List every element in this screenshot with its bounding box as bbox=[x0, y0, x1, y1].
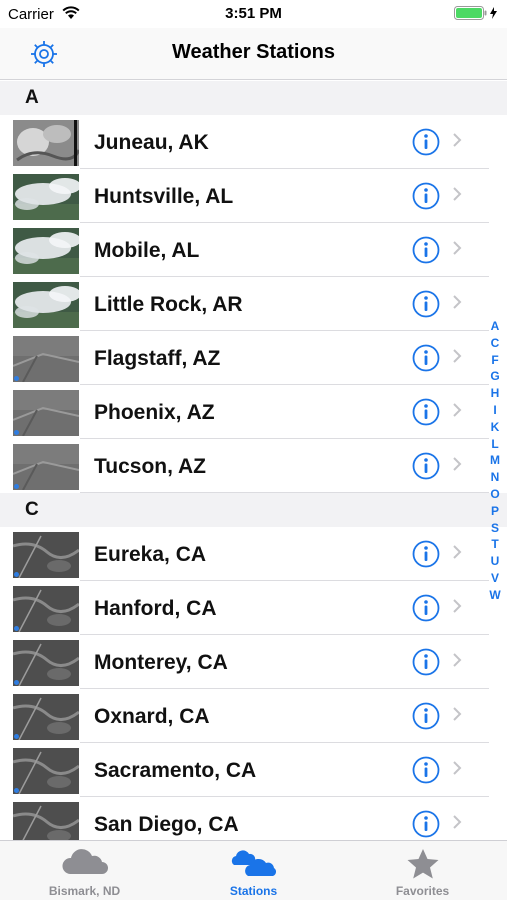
station-thumbnail bbox=[13, 748, 79, 794]
info-icon[interactable] bbox=[411, 593, 441, 628]
info-icon[interactable] bbox=[411, 451, 441, 486]
station-thumbnail bbox=[13, 694, 79, 740]
page-title: Weather Stations bbox=[172, 41, 335, 63]
station-row[interactable]: Sacramento, CA bbox=[0, 743, 507, 797]
index-letter[interactable]: I bbox=[487, 402, 503, 419]
tab-label: Stations bbox=[229, 884, 278, 898]
info-icon[interactable] bbox=[411, 539, 441, 574]
chevron-right-icon bbox=[452, 186, 462, 207]
index-letter[interactable]: K bbox=[487, 419, 503, 436]
station-row[interactable]: Huntsville, AL bbox=[0, 169, 507, 223]
index-letter[interactable]: L bbox=[487, 436, 503, 453]
section-index[interactable]: ACFGHIKLMNOPSTUVW bbox=[487, 318, 503, 604]
tab-stations[interactable]: Stations bbox=[169, 841, 338, 900]
chevron-right-icon bbox=[452, 760, 462, 781]
index-letter[interactable]: V bbox=[487, 570, 503, 587]
tab-bismark-nd[interactable]: Bismark, ND bbox=[0, 841, 169, 900]
chevron-right-icon bbox=[452, 814, 462, 835]
station-row[interactable]: Monterey, CA bbox=[0, 635, 507, 689]
station-name: Eureka, CA bbox=[94, 543, 207, 566]
stations-list[interactable]: A Juneau, AK Huntsville, AL Mobile, AL Littl… bbox=[0, 81, 507, 840]
station-thumbnail bbox=[13, 336, 79, 382]
tab-bar: Bismark, ND Stations Favorites bbox=[0, 840, 507, 900]
chevron-right-icon bbox=[452, 294, 462, 315]
status-time: 3:51 PM bbox=[225, 5, 282, 22]
chevron-right-icon bbox=[452, 544, 462, 565]
index-letter[interactable]: G bbox=[487, 368, 503, 385]
info-icon[interactable] bbox=[411, 343, 441, 378]
index-letter[interactable]: W bbox=[487, 587, 503, 604]
station-thumbnail bbox=[13, 640, 79, 686]
index-letter[interactable]: H bbox=[487, 385, 503, 402]
station-thumbnail bbox=[13, 802, 79, 840]
tab-label: Bismark, ND bbox=[48, 884, 121, 898]
station-thumbnail bbox=[13, 390, 79, 436]
station-thumbnail bbox=[13, 174, 79, 220]
index-letter[interactable]: A bbox=[487, 318, 503, 335]
info-icon[interactable] bbox=[411, 701, 441, 736]
station-row[interactable]: Juneau, AK bbox=[0, 115, 507, 169]
tab-favorites[interactable]: Favorites bbox=[338, 841, 507, 900]
station-row[interactable]: Tucson, AZ bbox=[0, 439, 507, 493]
chevron-right-icon bbox=[452, 456, 462, 477]
index-letter[interactable]: O bbox=[487, 486, 503, 503]
info-icon[interactable] bbox=[411, 397, 441, 432]
station-thumbnail bbox=[13, 228, 79, 274]
station-name: Sacramento, CA bbox=[94, 759, 257, 782]
station-name: San Diego, CA bbox=[94, 813, 239, 836]
station-name: Mobile, AL bbox=[94, 239, 200, 262]
station-thumbnail bbox=[13, 120, 79, 166]
station-name: Phoenix, AZ bbox=[94, 401, 215, 424]
station-name: Tucson, AZ bbox=[94, 455, 206, 478]
station-row[interactable]: Mobile, AL bbox=[0, 223, 507, 277]
section-header: A bbox=[0, 81, 507, 115]
row-divider bbox=[80, 492, 489, 493]
station-row[interactable]: Flagstaff, AZ bbox=[0, 331, 507, 385]
index-letter[interactable]: U bbox=[487, 553, 503, 570]
station-name: Little Rock, AR bbox=[94, 293, 243, 316]
station-name: Huntsville, AL bbox=[94, 185, 234, 208]
station-name: Monterey, CA bbox=[94, 651, 228, 674]
chevron-right-icon bbox=[452, 706, 462, 727]
section-header: C bbox=[0, 493, 507, 527]
station-thumbnail bbox=[13, 532, 79, 578]
index-letter[interactable]: F bbox=[487, 352, 503, 369]
info-icon[interactable] bbox=[411, 235, 441, 270]
chevron-right-icon bbox=[452, 240, 462, 261]
tab-label: Favorites bbox=[395, 884, 450, 898]
index-letter[interactable]: N bbox=[487, 469, 503, 486]
chevron-right-icon bbox=[452, 402, 462, 423]
index-letter[interactable]: T bbox=[487, 536, 503, 553]
navigation-bar: Weather Stations bbox=[0, 28, 507, 80]
battery-icon bbox=[454, 6, 497, 20]
station-row[interactable]: Oxnard, CA bbox=[0, 689, 507, 743]
station-row[interactable]: Phoenix, AZ bbox=[0, 385, 507, 439]
chevron-right-icon bbox=[452, 348, 462, 369]
info-icon[interactable] bbox=[411, 647, 441, 682]
index-letter[interactable]: C bbox=[487, 335, 503, 352]
station-thumbnail bbox=[13, 444, 79, 490]
index-letter[interactable]: P bbox=[487, 503, 503, 520]
station-name: Flagstaff, AZ bbox=[94, 347, 221, 370]
station-thumbnail bbox=[13, 586, 79, 632]
station-row[interactable]: Eureka, CA bbox=[0, 527, 507, 581]
station-row[interactable]: Hanford, CA bbox=[0, 581, 507, 635]
station-row[interactable]: San Diego, CA bbox=[0, 797, 507, 840]
info-icon[interactable] bbox=[411, 289, 441, 324]
info-icon[interactable] bbox=[411, 809, 441, 840]
index-letter[interactable]: M bbox=[487, 452, 503, 469]
index-letter[interactable]: S bbox=[487, 520, 503, 537]
station-name: Oxnard, CA bbox=[94, 705, 210, 728]
chevron-right-icon bbox=[452, 652, 462, 673]
station-row[interactable]: Little Rock, AR bbox=[0, 277, 507, 331]
chevron-right-icon bbox=[452, 598, 462, 619]
info-icon[interactable] bbox=[411, 181, 441, 216]
station-name: Hanford, CA bbox=[94, 597, 217, 620]
info-icon[interactable] bbox=[411, 755, 441, 790]
chevron-right-icon bbox=[452, 132, 462, 153]
station-thumbnail bbox=[13, 282, 79, 328]
station-name: Juneau, AK bbox=[94, 131, 209, 154]
status-bar: Carrier 3:51 PM bbox=[0, 0, 507, 28]
info-icon[interactable] bbox=[411, 127, 441, 162]
